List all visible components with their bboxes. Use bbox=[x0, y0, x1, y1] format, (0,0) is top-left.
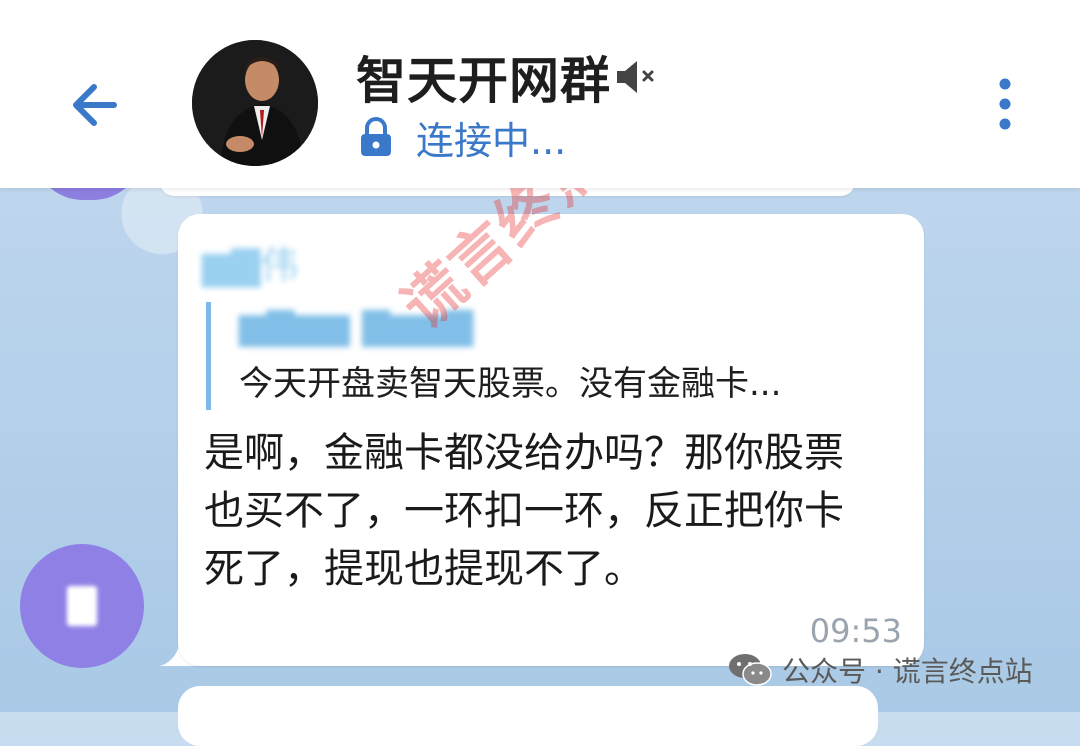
reply-quote[interactable]: ▆▇▆▆ ▇▆▆▇ 今天开盘卖智天股票。没有金融卡... bbox=[206, 302, 911, 410]
connection-status: 连接中... bbox=[416, 118, 567, 163]
wechat-icon bbox=[729, 654, 772, 686]
sender-avatar[interactable] bbox=[20, 544, 144, 668]
chat-header: 智天开网群 连接中... bbox=[0, 0, 1080, 188]
avatar-initial-blurred bbox=[67, 586, 97, 626]
back-arrow-icon[interactable] bbox=[62, 70, 132, 140]
muted-speaker-icon bbox=[617, 61, 654, 93]
message-bubble[interactable]: ▆▇伟 ▆▇▆▆ ▇▆▆▇ 今天开盘卖智天股票。没有金融卡... 是啊，金融卡都… bbox=[178, 214, 924, 666]
quote-text: 今天开盘卖智天股票。没有金融卡... bbox=[239, 364, 782, 404]
account-name: 公众号 · 谎言终点站 bbox=[782, 655, 1033, 688]
sender-name-blurred[interactable]: ▆▇伟 bbox=[202, 234, 298, 289]
more-vertical-icon[interactable] bbox=[990, 74, 1020, 134]
account-watermark: 公众号 · 谎言终点站 bbox=[728, 648, 1033, 692]
next-message-bubble[interactable] bbox=[178, 686, 878, 746]
group-avatar[interactable] bbox=[192, 40, 318, 166]
chat-title: 智天开网群 bbox=[356, 52, 611, 110]
lock-icon bbox=[361, 117, 391, 156]
quote-author-blurred: ▆▇▆▆ ▇▆▆▇ bbox=[239, 306, 474, 347]
person-photo-icon bbox=[192, 40, 318, 166]
message-time: 09:53 bbox=[809, 612, 902, 650]
message-text: 是啊，金融卡都没给办吗？那你股票也买不了，一环扣一环，反正把你卡死了，提现也提现… bbox=[204, 430, 844, 592]
